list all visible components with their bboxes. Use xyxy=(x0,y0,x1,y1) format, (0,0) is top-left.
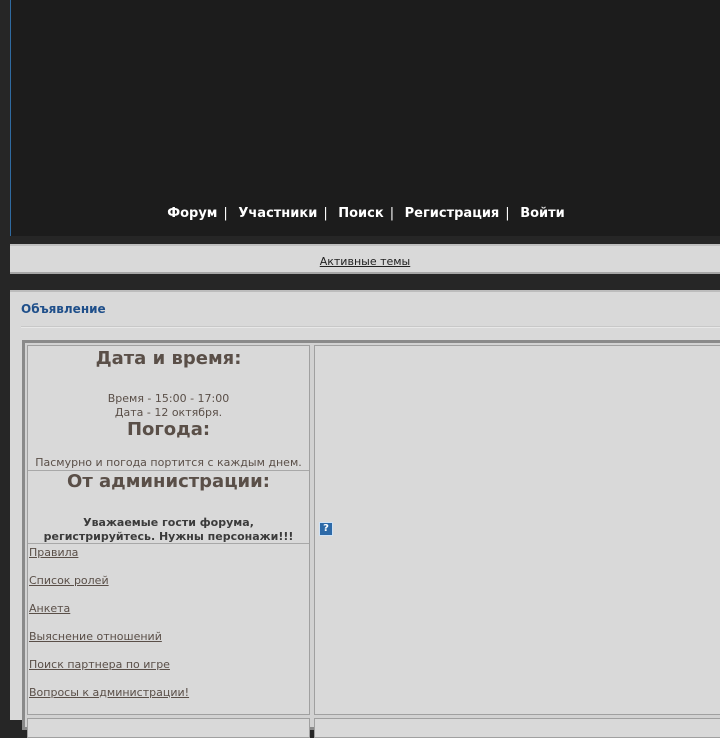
forum-header: Форум | Участники | Поиск | Регистрация | Во… xyxy=(10,0,720,236)
links-list: Правила Список ролей Анкета Выяснение от… xyxy=(29,546,189,714)
table-row xyxy=(314,718,720,738)
announcement-panel: Объявление Дата и время: Время - 15:00 -… xyxy=(10,290,720,738)
active-topics-link[interactable]: Активные темы xyxy=(10,255,720,268)
nav-separator: | xyxy=(505,206,510,221)
table-row xyxy=(27,718,310,738)
nav-search[interactable]: Поиск xyxy=(332,206,389,221)
content-column: ? xyxy=(314,345,720,715)
link-admin-questions[interactable]: Вопросы к администрации! xyxy=(29,686,189,714)
link-roles-list[interactable]: Список ролей xyxy=(29,574,189,602)
divider xyxy=(21,326,720,328)
divider xyxy=(28,543,309,544)
info-column: Дата и время: Время - 15:00 - 17:00 Дата… xyxy=(27,345,310,715)
link-application-form[interactable]: Анкета xyxy=(29,602,189,630)
admin-heading: От администрации: xyxy=(67,471,270,492)
link-partner-search[interactable]: Поиск партнера по игре xyxy=(29,658,189,686)
nav-separator: | xyxy=(323,206,328,221)
link-relationships[interactable]: Выяснение отношений xyxy=(29,630,189,658)
announcement-title: Объявление xyxy=(21,302,106,316)
admin-text-line-1: Уважаемые гости форума, xyxy=(83,516,254,529)
date-line: Дата - 12 октября. xyxy=(114,406,223,419)
main-nav: Форум | Участники | Поиск | Регистрация | Во… xyxy=(11,206,720,221)
nav-forum[interactable]: Форум xyxy=(161,206,223,221)
nav-login[interactable]: Войти xyxy=(514,206,571,221)
datetime-heading: Дата и время: xyxy=(95,348,242,369)
nav-separator: | xyxy=(223,206,228,221)
announcement-table: Дата и время: Время - 15:00 - 17:00 Дата… xyxy=(22,340,720,738)
nav-members[interactable]: Участники xyxy=(232,206,323,221)
weather-heading: Погода: xyxy=(126,419,211,440)
active-topics-bar: Активные темы xyxy=(10,244,720,274)
admin-text-line-2: регистрируйтесь. Нужны персонажи!!! xyxy=(43,530,294,543)
help-icon[interactable]: ? xyxy=(319,522,333,536)
time-line: Время - 15:00 - 17:00 xyxy=(107,392,230,405)
weather-text: Пасмурно и погода портится с каждым днем… xyxy=(35,456,302,469)
nav-separator: | xyxy=(389,206,395,221)
nav-register[interactable]: Регистрация xyxy=(399,206,506,221)
link-rules[interactable]: Правила xyxy=(29,546,189,574)
